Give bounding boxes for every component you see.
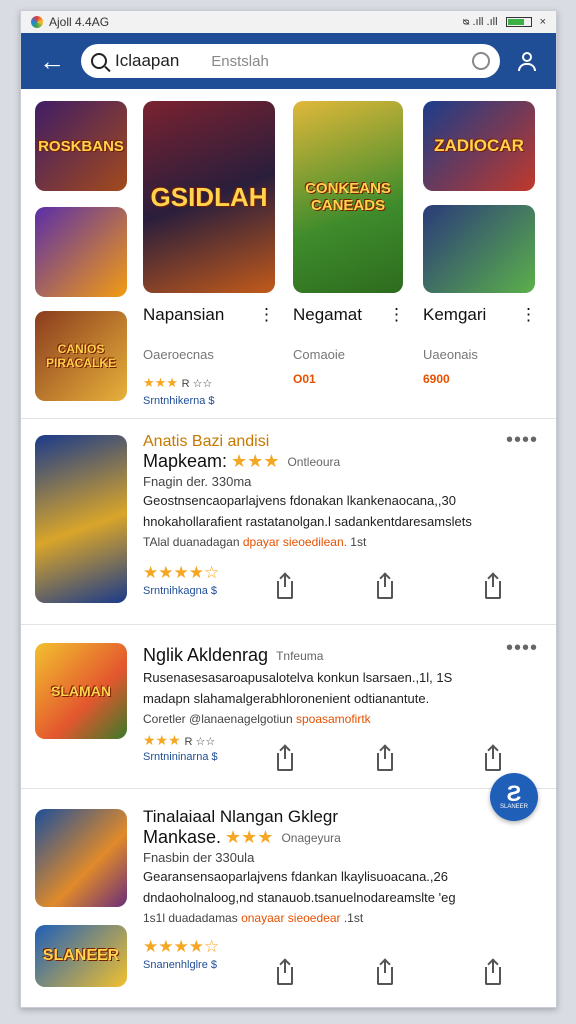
share-icon[interactable] <box>377 961 393 985</box>
app-icon: SLAMAN <box>35 643 127 739</box>
app-category: Comaoie <box>293 347 346 362</box>
search-placeholder: Enstslah <box>211 52 269 70</box>
rating-extra: R ☆☆ <box>181 378 213 390</box>
signal-icon: ᴓ .ıll .ıll <box>462 16 498 28</box>
app-description-1: Gearansensaoparlajvens fdankan lkaylisuo… <box>143 869 448 884</box>
app-title: Mapkeam: <box>143 451 228 471</box>
app-title: Kemgari <box>423 305 487 324</box>
featured-rating: ★★★ R ☆☆ Srntnhikerna $ <box>143 375 215 407</box>
rating-stars: ★★★ <box>143 732 181 748</box>
app-title: Napansian <box>143 305 225 324</box>
meta-label: Coretler @lanaenagelgotiun <box>143 712 293 726</box>
search-bar[interactable]: Iclaapan Enstslah <box>81 44 500 78</box>
app-title: Tinalaiaal Nlangan Gklegr <box>143 807 338 826</box>
meta-highlight: spoasamofirtk <box>295 712 371 726</box>
share-icon[interactable] <box>485 961 501 985</box>
share-icon[interactable] <box>277 575 293 599</box>
rating-stars: ★★★ <box>143 375 178 390</box>
app-description-2: dndaoholnaloog,nd stanauob.tsanuelnodare… <box>143 890 456 905</box>
app-icon-secondary: SLANEER <box>35 925 127 987</box>
rating-stars: ★★★ <box>225 827 274 847</box>
featured-app-info[interactable]: Napansian ⋮ Oaeroecnas <box>143 305 275 362</box>
featured-tile[interactable]: ZADIOCAR <box>423 101 535 191</box>
app-header: ← Iclaapan Enstslah <box>21 33 556 89</box>
app-price: 6900 <box>423 372 450 386</box>
app-category: Oaeroecnas <box>143 347 214 362</box>
app-price: O01 <box>293 372 316 386</box>
battery-icon <box>505 17 532 27</box>
list-item[interactable]: SLAMAN •••• Nglik Akldenrag Tnfeuma Rusen… <box>21 625 556 789</box>
app-category: Uaeonais <box>423 347 478 362</box>
list-item[interactable]: •••• Anatis Bazi andisi Mapkeam: ★★★ Ontle… <box>21 419 556 625</box>
developer-name[interactable]: Srntnihkagna $ <box>143 585 540 597</box>
share-icon[interactable] <box>277 961 293 985</box>
developer-name[interactable]: Snanenhlglre $ <box>143 959 540 971</box>
featured-app-info[interactable]: Kemgari ⋮ Uaeonais 6900 <box>423 305 537 386</box>
developer-name[interactable]: Srntnhikerna $ <box>143 395 215 407</box>
app-tagline: Anatis Bazi andisi <box>143 433 270 450</box>
app-size: Fnagin der. 330ma <box>143 474 252 489</box>
featured-tile[interactable] <box>423 205 535 293</box>
search-icon <box>91 53 107 69</box>
app-title: Negamat <box>293 305 362 324</box>
meta-end: 1st <box>350 535 367 549</box>
voice-search-icon[interactable] <box>472 52 490 70</box>
app-description-2: hnokahollarafient rastatanolgan.l sadank… <box>143 514 472 529</box>
share-icon[interactable] <box>377 575 393 599</box>
status-app-name: Ajoll 4.4AG <box>49 15 110 29</box>
app-description-1: Rusenasesasaroapusalotelva konkun lsarsa… <box>143 670 453 685</box>
app-title: Nglik Akldenrag <box>143 645 269 665</box>
featured-tile[interactable]: CANIOS PIRACALKE <box>35 311 127 401</box>
app-size: Fnasbin der 330ula <box>143 850 255 865</box>
phone-screen: Ajoll 4.4AG ᴓ .ıll .ıll × ← Iclaapan Enst… <box>20 10 557 1008</box>
app-category: Tnfeuma <box>276 648 324 663</box>
meta-end: .1st <box>343 911 364 925</box>
featured-tile-large[interactable]: CONKEANS CANEADS <box>293 101 403 293</box>
developer-name[interactable]: Srntnininarna $ <box>143 751 540 763</box>
status-bar: Ajoll 4.4AG ᴓ .ıll .ıll × <box>21 11 556 33</box>
app-icon <box>35 809 127 907</box>
floating-action-button[interactable]: Ƨ SLANEER <box>490 773 538 821</box>
app-category: Onageyura <box>281 830 341 845</box>
fab-icon: Ƨ <box>506 781 522 806</box>
back-arrow-icon[interactable]: ← <box>35 48 69 74</box>
share-icon[interactable] <box>377 747 393 771</box>
meta-label: 1s1l duadadamas <box>143 911 238 925</box>
app-title-2: Mankase. <box>143 827 222 847</box>
fab-label: SLANEER <box>499 804 528 810</box>
more-menu-icon[interactable]: ⋮ <box>520 305 537 325</box>
app-logo-icon <box>31 16 43 28</box>
app-description-1: Geostnsencaoparlajvens fdonakan lkankena… <box>143 493 456 508</box>
rating-extra: R ☆☆ <box>184 736 216 748</box>
featured-tile[interactable]: ROSKBANS <box>35 101 127 191</box>
account-icon[interactable] <box>512 51 542 71</box>
more-menu-icon[interactable]: ⋮ <box>258 305 275 325</box>
featured-tile-large[interactable]: GSIDLAH <box>143 101 275 293</box>
share-icon[interactable] <box>485 575 501 599</box>
featured-grid: ROSKBANS CANIOS PIRACALKE GSIDLAH CONKEA… <box>21 89 556 419</box>
meta-highlight: onayaar sieoedear <box>241 911 341 925</box>
featured-tile[interactable] <box>35 207 127 297</box>
meta-label: TAlal duanadagan <box>143 535 240 549</box>
app-icon <box>35 435 127 603</box>
list-item[interactable]: SLANEER Tinalaiaal Nlangan Gklegr Mankas… <box>21 789 556 1007</box>
app-description-2: madapn slahamalgerabhloronenient odtiana… <box>143 691 430 706</box>
rating-stars: ★★★ <box>231 451 280 471</box>
featured-app-info[interactable]: Negamat ⋮ Comaoie O01 <box>293 305 405 386</box>
share-icon[interactable] <box>277 747 293 771</box>
close-icon[interactable]: × <box>540 16 546 28</box>
search-query[interactable]: Iclaapan <box>115 51 179 71</box>
rating-stars-large: ★★★★☆ <box>143 563 220 582</box>
meta-highlight: dpayar sieoedilean. <box>242 535 347 549</box>
more-menu-icon[interactable]: ⋮ <box>388 305 405 325</box>
rating-stars-large: ★★★★☆ <box>143 937 220 956</box>
share-icon[interactable] <box>485 747 501 771</box>
app-category: Ontleoura <box>287 454 341 469</box>
